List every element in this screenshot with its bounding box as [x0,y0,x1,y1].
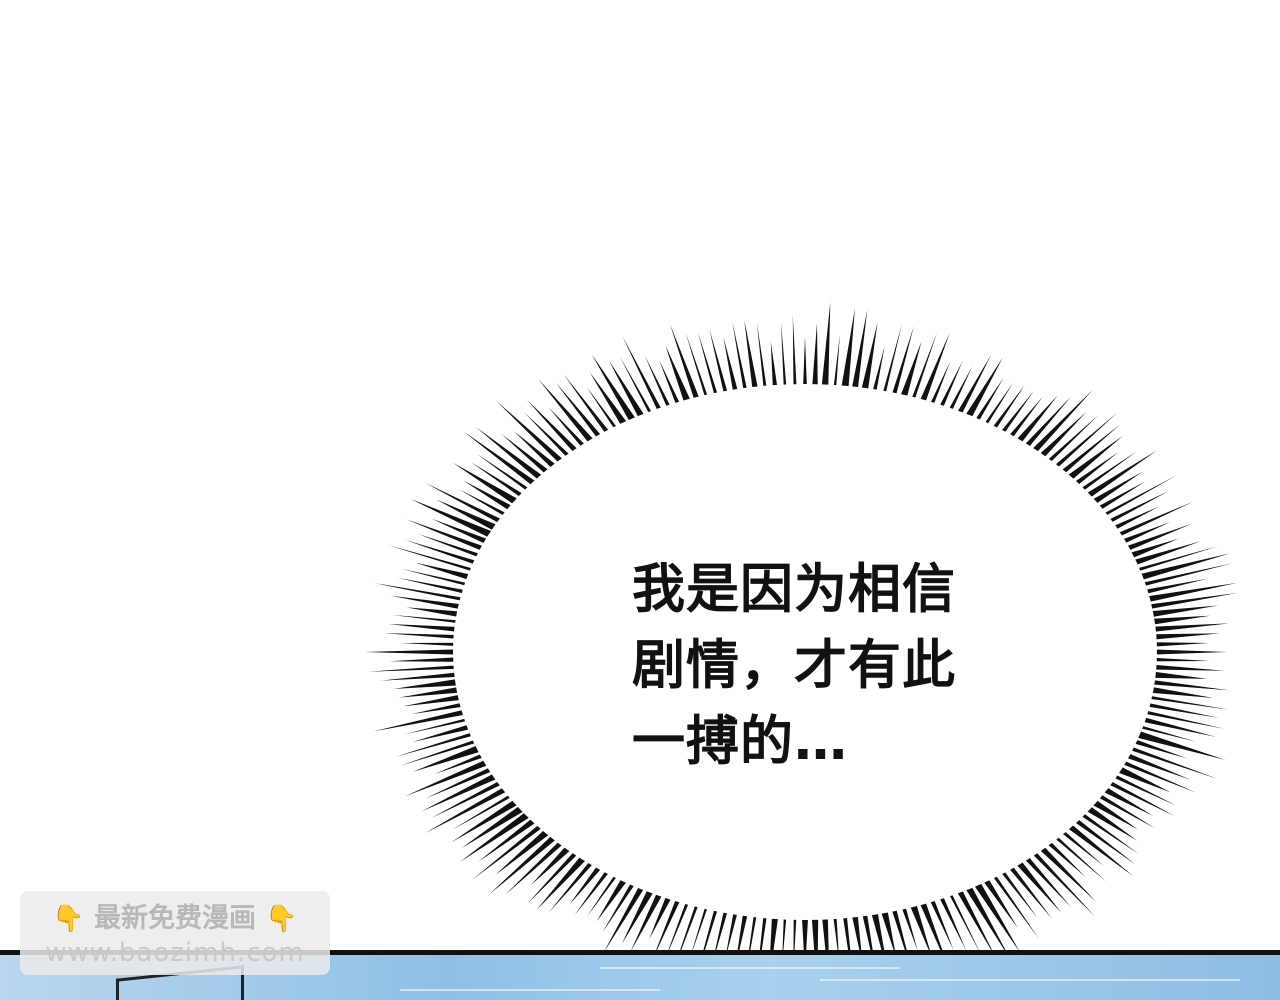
speed-streak [820,979,1240,981]
bubble-line-2: 剧情，才有此 [632,635,956,696]
speed-streak [600,967,900,969]
comic-panel: 我是因为相信 剧情，才有此 一搏的… 👇 最新免费漫画 👇 www.baozim… [0,0,1280,1000]
burst-line [368,664,467,672]
burst-line [1120,743,1218,780]
burst-line [792,315,798,397]
pointing-down-hand-icon: 👇 [265,904,298,934]
burst-line [622,335,667,421]
speed-streak [400,989,660,991]
watermark-title: 最新免费漫画 [94,903,256,934]
burst-line [364,649,466,655]
burst-line [820,302,831,397]
bubble-line-3: 一搏的… [632,711,848,772]
watermark-url[interactable]: www.baozimh.com [20,937,330,969]
pointing-down-hand-icon: 👇 [52,904,85,934]
watermark-title-row: 👇 最新免费漫画 👇 [20,901,330,937]
site-watermark[interactable]: 👇 最新免费漫画 👇 www.baozimh.com [20,891,330,975]
bubble-line-1: 我是因为相信 [632,559,956,620]
speech-bubble-text: 我是因为相信 剧情，才有此 一搏的… [632,552,1002,780]
emphasis-burst-bubble [364,302,1238,998]
